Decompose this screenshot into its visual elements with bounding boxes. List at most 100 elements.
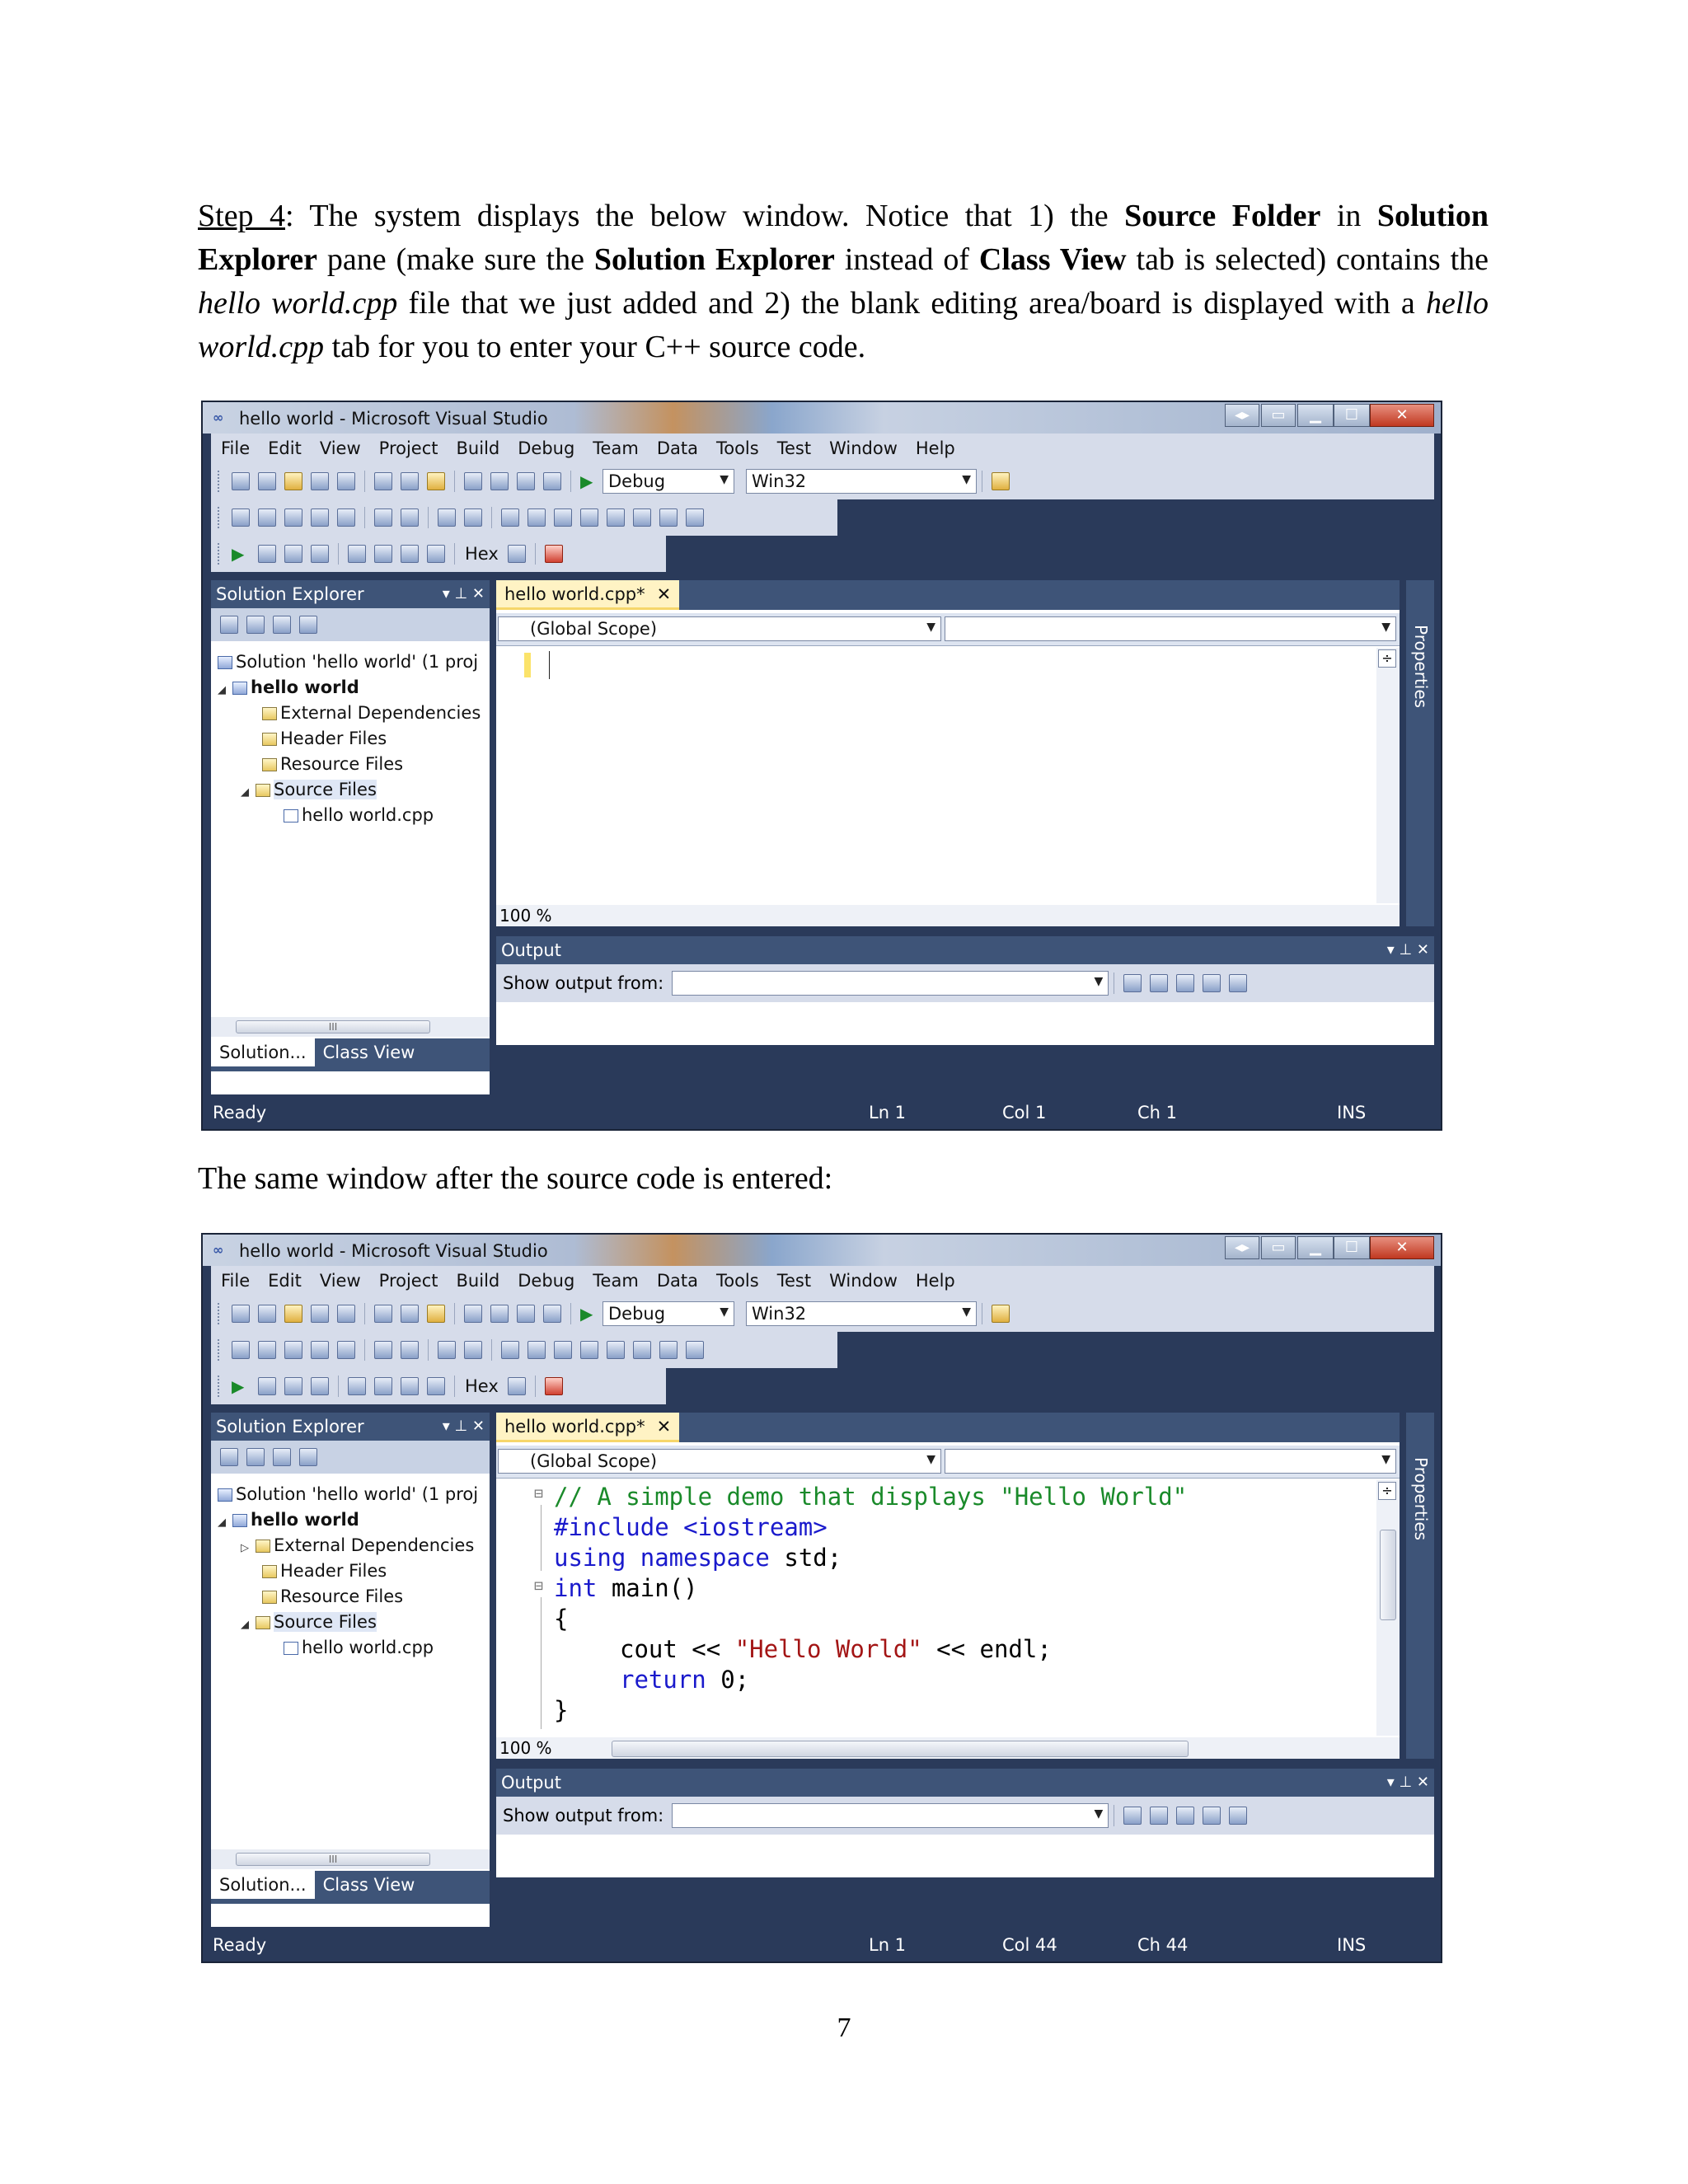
output-source-select[interactable]: ▼ bbox=[672, 971, 1109, 996]
hex-toggle[interactable]: Hex bbox=[465, 1376, 499, 1396]
menu-team[interactable]: Team bbox=[593, 438, 639, 458]
threads-icon[interactable] bbox=[507, 545, 526, 563]
toolbar-grip[interactable] bbox=[218, 507, 221, 528]
tree-node-external-dependencies[interactable]: External Dependencies bbox=[218, 701, 481, 726]
menu-tools[interactable]: Tools bbox=[716, 438, 759, 458]
tab-solution-explorer[interactable]: Solution... bbox=[211, 1038, 315, 1066]
menu-view[interactable]: View bbox=[320, 438, 361, 458]
quick-info-icon[interactable] bbox=[284, 509, 302, 527]
tree-node-solution[interactable]: Solution 'hello world' (1 proj bbox=[218, 1482, 481, 1507]
decrease-indent-icon[interactable] bbox=[374, 509, 392, 527]
show-all-files-icon[interactable] bbox=[246, 616, 265, 634]
menu-debug[interactable]: Debug bbox=[518, 438, 574, 458]
editor-hscroll[interactable]: 100 % bbox=[496, 1737, 1400, 1759]
increase-indent-icon[interactable] bbox=[401, 1341, 419, 1359]
code-area[interactable]: ⊟ ⊟ // A simple demo that displays "Hell… bbox=[496, 1480, 1373, 1736]
find-message-icon[interactable] bbox=[1123, 1807, 1142, 1825]
tree-node-source-files[interactable]: ◢ Source Files bbox=[218, 1610, 481, 1635]
step-over-icon[interactable] bbox=[401, 545, 419, 563]
show-next-statement-icon[interactable] bbox=[348, 545, 366, 563]
title-bar[interactable]: ∞ hello world - Microsoft Visual Studio … bbox=[203, 402, 1441, 434]
tree-node-project[interactable]: ◢ hello world bbox=[218, 1507, 481, 1533]
menu-build[interactable]: Build bbox=[457, 1271, 500, 1291]
display-word-icon[interactable] bbox=[337, 509, 355, 527]
complete-word-icon[interactable] bbox=[311, 509, 329, 527]
next-bookmark-doc-icon[interactable] bbox=[659, 509, 678, 527]
stop-debugging-icon[interactable] bbox=[284, 545, 302, 563]
scroll-thumb[interactable]: III bbox=[236, 1020, 430, 1033]
menu-edit[interactable]: Edit bbox=[268, 1271, 302, 1291]
zoom-level[interactable]: 100 % bbox=[499, 905, 552, 926]
prev-bookmark-folder-icon[interactable] bbox=[580, 509, 598, 527]
step-over-icon[interactable] bbox=[401, 1377, 419, 1395]
save-all-icon[interactable] bbox=[337, 472, 355, 490]
prev-bookmark-folder-icon[interactable] bbox=[580, 1341, 598, 1359]
uncomment-icon[interactable] bbox=[464, 1341, 482, 1359]
toolbar-grip[interactable] bbox=[218, 1376, 221, 1397]
member-list-icon[interactable] bbox=[232, 509, 250, 527]
show-all-files-icon[interactable] bbox=[246, 1448, 265, 1466]
collapse-outline-icon[interactable]: ⊟ bbox=[534, 1577, 543, 1595]
next-message-icon[interactable] bbox=[1176, 1807, 1195, 1825]
break-all-icon[interactable] bbox=[258, 1377, 276, 1395]
properties-icon[interactable] bbox=[220, 616, 238, 634]
tab-hello-world-cpp[interactable]: hello world.cpp* ✕ bbox=[496, 580, 680, 610]
menu-edit[interactable]: Edit bbox=[268, 438, 302, 458]
menu-file[interactable]: File bbox=[221, 1271, 250, 1291]
redo-icon[interactable] bbox=[490, 472, 509, 490]
refresh-icon[interactable] bbox=[273, 616, 291, 634]
increase-indent-icon[interactable] bbox=[401, 509, 419, 527]
editor-vscroll[interactable]: ÷ bbox=[1376, 1480, 1400, 1736]
copy-icon[interactable] bbox=[401, 472, 419, 490]
toolbar-grip[interactable] bbox=[218, 1339, 221, 1361]
editor-hscroll[interactable]: 100 % bbox=[496, 905, 1400, 926]
collapse-arrow-icon[interactable]: ◢ bbox=[218, 677, 232, 703]
collapse-outline-icon[interactable]: ⊟ bbox=[534, 1485, 543, 1502]
menu-help[interactable]: Help bbox=[916, 1271, 955, 1291]
scroll-thumb[interactable] bbox=[1380, 1530, 1396, 1620]
undo-icon[interactable] bbox=[464, 1305, 482, 1323]
menu-team[interactable]: Team bbox=[593, 1271, 639, 1291]
refresh-icon[interactable] bbox=[273, 1448, 291, 1466]
close-icon[interactable]: ✕ bbox=[657, 584, 672, 604]
member-select[interactable]: ▼ bbox=[945, 616, 1396, 641]
properties-tab[interactable]: Properties bbox=[1406, 1413, 1434, 1759]
configuration-select[interactable]: Debug ▼ bbox=[603, 1301, 734, 1326]
tree-node-external-dependencies[interactable]: ▷ External Dependencies bbox=[218, 1533, 481, 1558]
pane-controls[interactable]: ▾ ⊥ ✕ bbox=[443, 580, 485, 608]
code-area[interactable] bbox=[496, 648, 1373, 903]
tab-hello-world-cpp[interactable]: hello world.cpp* ✕ bbox=[496, 1413, 680, 1442]
collapse-arrow-icon[interactable]: ◢ bbox=[241, 1612, 256, 1638]
new-project-icon[interactable] bbox=[232, 1305, 250, 1323]
properties-icon[interactable] bbox=[220, 1448, 238, 1466]
tree-node-source-files[interactable]: ◢ Source Files bbox=[218, 777, 481, 803]
split-icon[interactable]: ÷ bbox=[1378, 649, 1396, 668]
next-message-icon[interactable] bbox=[1176, 974, 1195, 992]
parameter-info-icon[interactable] bbox=[258, 1341, 276, 1359]
pane-controls[interactable]: ▾ ⊥ ✕ bbox=[1387, 1769, 1429, 1797]
find-message-icon[interactable] bbox=[1123, 974, 1142, 992]
paste-icon[interactable] bbox=[427, 1305, 445, 1323]
pane-controls[interactable]: ▾ ⊥ ✕ bbox=[1387, 936, 1429, 964]
tree-node-hello-world-cpp[interactable]: hello world.cpp bbox=[218, 1635, 481, 1661]
open-folder-icon[interactable] bbox=[284, 1305, 302, 1323]
bookmark-icon[interactable] bbox=[501, 509, 519, 527]
restart-icon[interactable] bbox=[311, 1377, 329, 1395]
toolbar-grip[interactable] bbox=[218, 471, 221, 492]
new-project-icon[interactable] bbox=[232, 472, 250, 490]
scroll-thumb[interactable] bbox=[612, 1741, 1189, 1757]
zoom-level[interactable]: 100 % bbox=[499, 1737, 552, 1759]
restore-layout-icon[interactable]: ◂▸ bbox=[1225, 1236, 1259, 1259]
tree-node-hello-world-cpp[interactable]: hello world.cpp bbox=[218, 803, 481, 828]
menu-project[interactable]: Project bbox=[379, 438, 438, 458]
full-screen-icon[interactable]: ▭ bbox=[1261, 404, 1296, 427]
output-text[interactable] bbox=[496, 1835, 1434, 1877]
breakpoints-icon[interactable] bbox=[544, 1377, 563, 1395]
full-screen-icon[interactable]: ▭ bbox=[1261, 1236, 1296, 1259]
view-class-diagram-icon[interactable] bbox=[299, 1448, 317, 1466]
navigate-icon[interactable] bbox=[517, 1305, 535, 1323]
next-bookmark-icon[interactable] bbox=[554, 509, 572, 527]
clear-bookmarks-icon[interactable] bbox=[686, 509, 704, 527]
member-select[interactable]: ▼ bbox=[945, 1449, 1396, 1474]
minimize-button[interactable]: ▁ bbox=[1297, 404, 1334, 427]
